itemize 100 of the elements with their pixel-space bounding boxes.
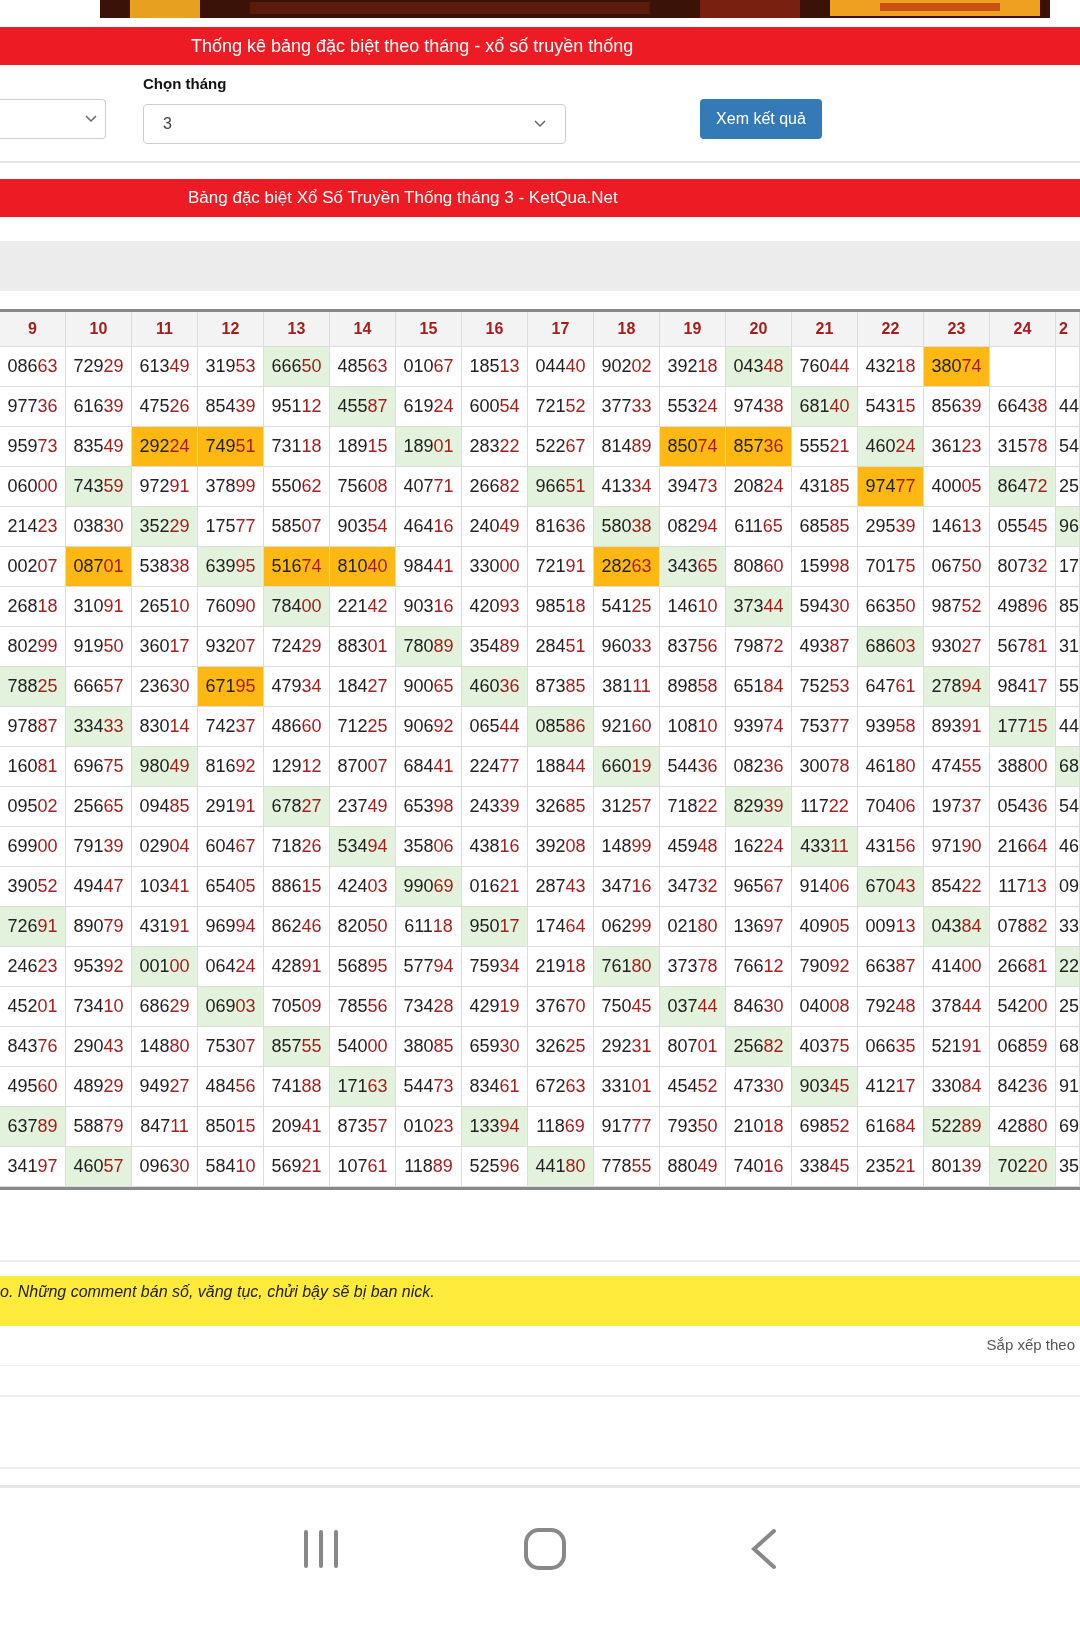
table-cell: 91 (1056, 1067, 1080, 1107)
table-cell: 42880 (990, 1107, 1056, 1147)
table-cell: 80860 (726, 547, 792, 587)
table-cell: 93958 (858, 707, 924, 747)
table-cell: 75045 (594, 987, 660, 1027)
table-cell: 42093 (462, 587, 528, 627)
table-cell: 83014 (132, 707, 198, 747)
chevron-down-icon (534, 119, 546, 128)
table-cell: 26681 (990, 947, 1056, 987)
table-cell: 37378 (660, 947, 726, 987)
table-cell: 13697 (726, 907, 792, 947)
table-cell: 06424 (198, 947, 264, 987)
table-cell: 87007 (330, 747, 396, 787)
recent-apps-icon[interactable] (301, 1529, 340, 1569)
table-cell: 74951 (198, 427, 264, 467)
table-cell: 91950 (66, 627, 132, 667)
table-cell: 53838 (132, 547, 198, 587)
table-cell: 97190 (924, 827, 990, 867)
table-cell: 21423 (0, 507, 66, 547)
table-cell: 39473 (660, 467, 726, 507)
table-cell: 87357 (330, 1107, 396, 1147)
table-cell: 31257 (594, 787, 660, 827)
table-cell: 95392 (66, 947, 132, 987)
table-cell: 58410 (198, 1147, 264, 1187)
submit-button[interactable]: Xem kết quả (700, 99, 822, 139)
table-cell: 98441 (396, 547, 462, 587)
table-cell: 72191 (528, 547, 594, 587)
table-cell: 11869 (528, 1107, 594, 1147)
table-cell: 16224 (726, 827, 792, 867)
table-cell: 67263 (528, 1067, 594, 1107)
table-cell: 97736 (0, 387, 66, 427)
month-select[interactable]: 3 (143, 103, 566, 144)
table-cell: 24049 (462, 507, 528, 547)
table-cell: 48456 (198, 1067, 264, 1107)
table-cell: 57794 (396, 947, 462, 987)
back-icon[interactable] (750, 1528, 779, 1570)
table-cell: 37733 (594, 387, 660, 427)
table-cell: 33101 (594, 1067, 660, 1107)
table-cell: 71822 (660, 787, 726, 827)
table-cell: 40905 (792, 907, 858, 947)
select-field[interactable] (0, 99, 106, 139)
table-cell: 45201 (0, 987, 66, 1027)
table-cell: 09 (1056, 867, 1080, 907)
table-cell: 45587 (330, 387, 396, 427)
table-cell: 72429 (264, 627, 330, 667)
table-cell: 96033 (594, 627, 660, 667)
home-icon[interactable] (523, 1527, 567, 1571)
table-cell: 43816 (462, 827, 528, 867)
table-cell: 70175 (858, 547, 924, 587)
table-cell: 46 (1056, 827, 1080, 867)
table-cell: 52191 (924, 1027, 990, 1067)
table-cell: 26682 (462, 467, 528, 507)
table-cell: 03744 (660, 987, 726, 1027)
table-cell: 56921 (264, 1147, 330, 1187)
table-cell: 80299 (0, 627, 66, 667)
table-cell: 95112 (264, 387, 330, 427)
table-cell: 39052 (0, 867, 66, 907)
table-cell: 21018 (726, 1107, 792, 1147)
table-cell: 65930 (462, 1027, 528, 1067)
table-cell: 37670 (528, 987, 594, 1027)
table-cell: 85639 (924, 387, 990, 427)
table-cell: 46024 (858, 427, 924, 467)
table-cell: 00913 (858, 907, 924, 947)
table-cell: 68441 (396, 747, 462, 787)
table-cell: 24623 (0, 947, 66, 987)
table-cell: 13394 (462, 1107, 528, 1147)
table-cell: 22142 (330, 587, 396, 627)
table-cell: 25665 (66, 787, 132, 827)
table-cell: 11722 (792, 787, 858, 827)
table-cell: 18513 (462, 347, 528, 387)
table-cell: 38800 (990, 747, 1056, 787)
table-cell: 69852 (792, 1107, 858, 1147)
table-cell: 73428 (396, 987, 462, 1027)
table-cell: 33845 (792, 1147, 858, 1187)
table-cell: 79872 (726, 627, 792, 667)
table-cell: 00207 (0, 547, 66, 587)
table-cell: 04384 (924, 907, 990, 947)
table-cell: 20941 (264, 1107, 330, 1147)
table-cell: 48660 (264, 707, 330, 747)
table-cell: 81692 (198, 747, 264, 787)
table-cell: 15998 (792, 547, 858, 587)
table-cell: 44 (1056, 387, 1080, 427)
table-cell: 43218 (858, 347, 924, 387)
table-cell: 08294 (660, 507, 726, 547)
table-cell: 56781 (990, 627, 1056, 667)
table-cell: 27894 (924, 667, 990, 707)
table-cell: 54200 (990, 987, 1056, 1027)
table-cell: 06903 (198, 987, 264, 1027)
table-cell: 97438 (726, 387, 792, 427)
table-cell: 98752 (924, 587, 990, 627)
table-cell: 43156 (858, 827, 924, 867)
sort-label: Sắp xếp theo (986, 1335, 1075, 1356)
table-cell: 85439 (198, 387, 264, 427)
table-cell: 04440 (528, 347, 594, 387)
table-cell: 95973 (0, 427, 66, 467)
table-cell: 80139 (924, 1147, 990, 1187)
table-cell: 35229 (132, 507, 198, 547)
table-cell: 06000 (0, 467, 66, 507)
table-cell: 40005 (924, 467, 990, 507)
table-cell: 78089 (396, 627, 462, 667)
